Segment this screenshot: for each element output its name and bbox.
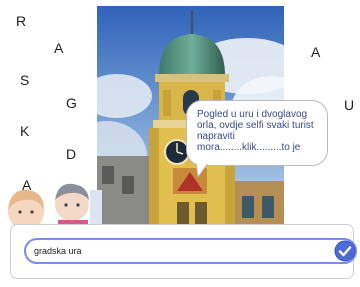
- answer-input[interactable]: [26, 240, 334, 262]
- letter-d: D: [66, 146, 77, 162]
- letter-a-3: A: [311, 44, 321, 60]
- letter-r: R: [16, 13, 27, 29]
- speech-bubble-tail: [196, 163, 208, 177]
- children-illustration: [8, 183, 102, 228]
- letter-u: U: [344, 97, 355, 113]
- answer-input-container: [24, 238, 357, 264]
- submit-button[interactable]: [334, 240, 356, 262]
- letter-k: K: [20, 123, 30, 139]
- letter-s: S: [20, 72, 30, 88]
- letter-g: G: [66, 95, 77, 111]
- letter-a: A: [54, 40, 64, 56]
- speech-bubble: Pogled u uru i dvoglavog orla, ovdje sel…: [186, 100, 328, 166]
- speech-bubble-text: Pogled u uru i dvoglavog orla, ovdje sel…: [197, 109, 314, 153]
